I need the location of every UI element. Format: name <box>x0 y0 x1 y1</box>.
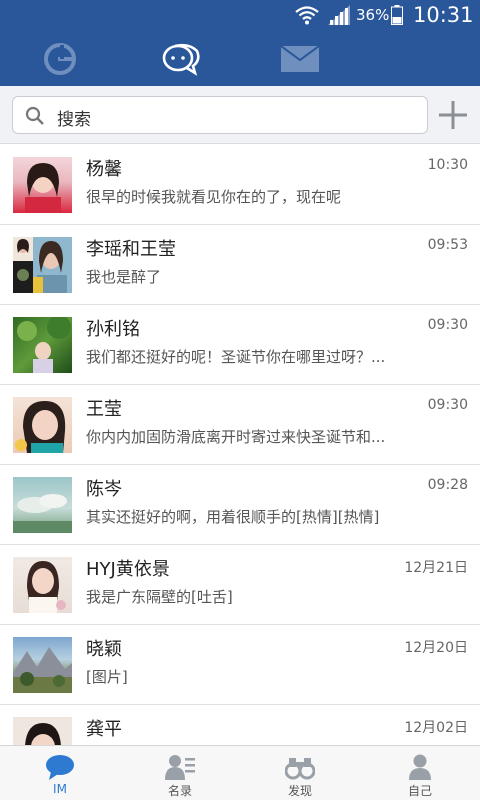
message-preview: 很早的时候我就看见你在的了，现在呢 <box>86 188 342 206</box>
tab-label: IM <box>53 782 67 796</box>
tab-me[interactable]: 自己 <box>360 746 480 800</box>
message-preview: 我是广东隔壁的[吐舌] <box>86 588 233 606</box>
message-time: 10:30 <box>427 157 468 173</box>
contact-name: 李瑶和王莹 <box>86 239 176 260</box>
conversation-row[interactable]: 晓颖 12月20日 [图片] <box>0 625 480 705</box>
tab-contacts[interactable]: 名录 <box>120 746 240 800</box>
tab-label: 自己 <box>407 784 432 798</box>
message-preview: 我们都还挺好的呢！圣诞节你在哪里过呀？... <box>86 348 386 366</box>
search-icon <box>25 106 44 125</box>
avatar <box>13 317 72 373</box>
message-time: 12月02日 <box>404 720 468 736</box>
tab-im[interactable]: IM <box>0 746 120 800</box>
conversation-row[interactable]: 陈岑 09:28 其实还挺好的啊，用着很顺手的[热情][热情] <box>0 465 480 545</box>
message-preview: 其实还挺好的啊，用着很顺手的[热情][热情] <box>86 508 380 526</box>
add-icon[interactable] <box>438 100 468 130</box>
search-placeholder: 搜索 <box>57 110 91 130</box>
conversation-row[interactable]: 王莹 09:30 你内内加固防滑底离开时寄过来快圣诞节和... <box>0 385 480 465</box>
status-bar: 36% 10:31 <box>0 0 480 32</box>
tab-label: 名录 <box>167 784 192 798</box>
app-header: 36% 10:31 <box>0 0 480 86</box>
search-bar: 搜索 <box>0 86 480 144</box>
signal-icon <box>328 5 350 25</box>
message-preview: [图片] <box>86 668 128 686</box>
nav-tab-mail[interactable] <box>278 38 322 80</box>
wifi-icon <box>295 6 319 25</box>
tab-label: 发现 <box>287 784 312 798</box>
contact-name: 陈岑 <box>86 479 122 500</box>
conversation-row[interactable]: HYJ黄依景 12月21日 我是广东隔壁的[吐舌] <box>0 545 480 625</box>
mail-icon <box>281 46 319 72</box>
binoculars-icon <box>285 758 315 780</box>
contact-name: 杨馨 <box>86 159 122 180</box>
nav-tab-g[interactable] <box>38 38 82 80</box>
bottom-tab-bar: IM 名录 发现 自己 <box>0 745 480 800</box>
contact-name: 晓颖 <box>86 639 122 660</box>
avatar <box>13 477 72 533</box>
chat-bubble-icon <box>46 755 74 780</box>
avatar <box>13 717 72 745</box>
contact-name: 龚平 <box>86 719 122 740</box>
g-logo-icon <box>44 43 76 75</box>
clock-time: 10:31 <box>413 3 474 27</box>
contact-name: HYJ黄依景 <box>86 559 170 580</box>
message-time: 12月21日 <box>404 560 468 576</box>
contact-name: 王莹 <box>86 399 122 420</box>
avatar <box>13 237 72 293</box>
message-time: 09:30 <box>427 317 468 333</box>
chat-icon <box>162 43 200 76</box>
message-time: 09:28 <box>427 477 468 493</box>
message-preview: 你内内加固防滑底离开时寄过来快圣诞节和... <box>86 428 386 446</box>
message-time: 09:53 <box>427 237 468 253</box>
avatar <box>13 397 72 453</box>
contacts-icon <box>165 755 195 780</box>
battery-icon <box>391 5 403 25</box>
search-input[interactable]: 搜索 <box>12 96 428 134</box>
conversation-list: 杨馨 10:30 很早的时候我就看见你在的了，现在呢 李瑶和王莹 09:53 我… <box>0 145 480 745</box>
person-icon <box>409 754 431 780</box>
message-time: 12月20日 <box>404 640 468 656</box>
conversation-row[interactable]: 孙利铭 09:30 我们都还挺好的呢！圣诞节你在哪里过呀？... <box>0 305 480 385</box>
message-time: 09:30 <box>427 397 468 413</box>
message-preview: 我也是醉了 <box>86 268 162 286</box>
avatar <box>13 557 72 613</box>
conversation-row[interactable]: 杨馨 10:30 很早的时候我就看见你在的了，现在呢 <box>0 145 480 225</box>
conversation-row[interactable]: 龚平 12月02日 <box>0 705 480 745</box>
contact-name: 孙利铭 <box>86 319 140 340</box>
battery-percent: 36% <box>356 6 390 24</box>
conversation-row[interactable]: 李瑶和王莹 09:53 我也是醉了 <box>0 225 480 305</box>
tab-discover[interactable]: 发现 <box>240 746 360 800</box>
avatar <box>13 637 72 693</box>
avatar <box>13 157 72 213</box>
nav-tab-chat[interactable] <box>158 38 204 80</box>
